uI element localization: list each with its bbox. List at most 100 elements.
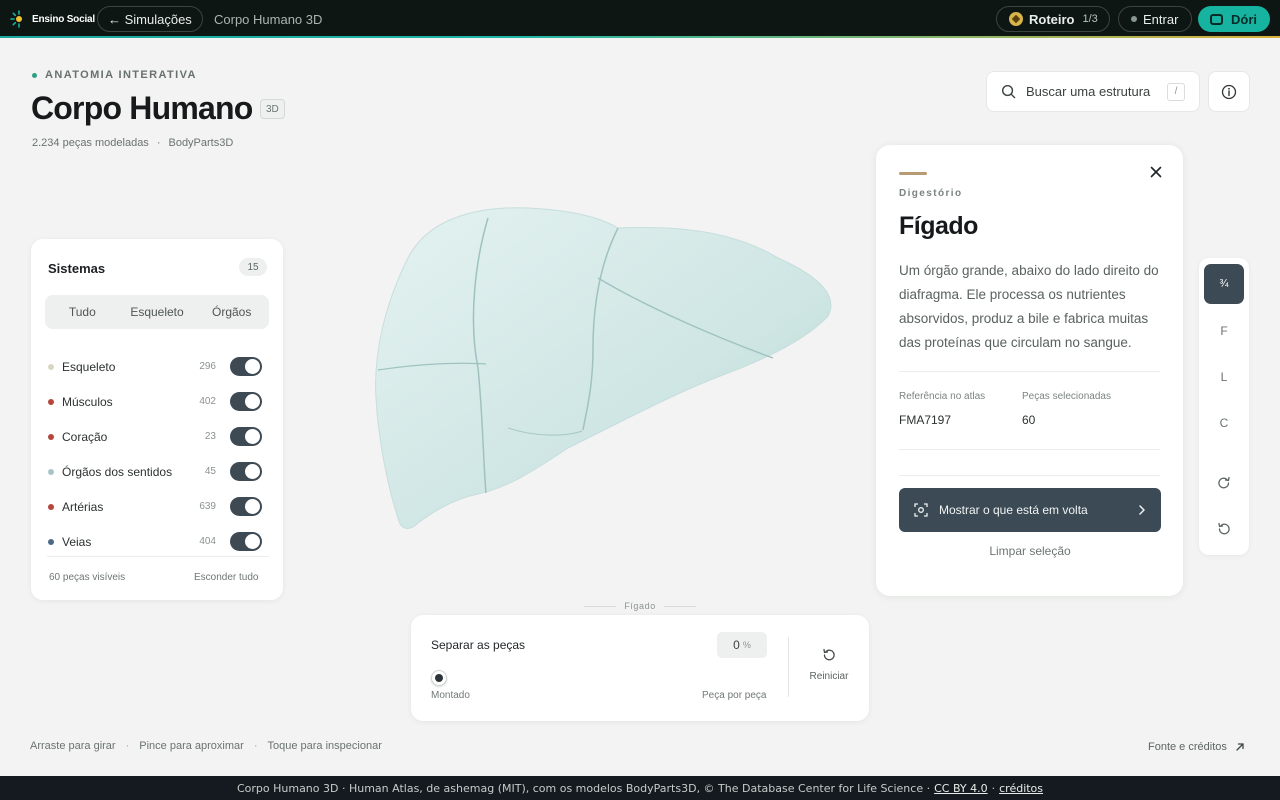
structure-category: Digestório: [899, 188, 963, 199]
back-to-simulations-button[interactable]: ← Simulações: [97, 6, 203, 32]
attribution-text: Corpo Humano 3D · Human Atlas, de ashema…: [236, 781, 931, 795]
robot-icon: [1210, 13, 1223, 25]
systems-filter-tabs: Tudo Esqueleto Órgãos: [45, 295, 269, 329]
data-source: BodyParts3D: [168, 137, 234, 149]
system-toggle[interactable]: [230, 357, 262, 376]
system-count: 23: [204, 431, 216, 442]
meta-separator: ·: [156, 137, 161, 149]
brand-logo[interactable]: Ensino Social: [9, 9, 95, 29]
system-toggle[interactable]: [230, 427, 262, 446]
system-color-dot: [48, 363, 54, 370]
page-title: Corpo Humano: [31, 90, 253, 126]
top-bar: Ensino Social ← Simulações Corpo Humano …: [0, 0, 1280, 38]
search-shortcut: /: [1167, 82, 1185, 101]
explode-value-number: 0: [733, 638, 740, 652]
system-row-arteries[interactable]: Artérias 639: [48, 489, 270, 524]
visible-pieces-count: 60 peças visíveis: [49, 572, 126, 583]
slider-max-label: Peça por peça: [702, 690, 767, 701]
view-front-button[interactable]: F: [1204, 311, 1244, 351]
system-row-heart[interactable]: Coração 23: [48, 419, 270, 454]
brand-name: Ensino Social: [32, 13, 95, 25]
system-row-sense-organs[interactable]: Órgãos dos sentidos 45: [48, 454, 270, 489]
structure-description: Um órgão grande, abaixo do lado direito …: [899, 263, 1159, 350]
hint-tap: Toque para inspecionar: [267, 740, 382, 752]
pieces-count: 2.234 peças modeladas: [32, 137, 149, 149]
system-name: Artérias: [62, 499, 104, 514]
system-row-muscles[interactable]: Músculos 402: [48, 384, 270, 419]
interaction-hints: Arraste para girar · Pince para aproxima…: [30, 740, 382, 752]
rotate-ccw-icon: [1218, 522, 1230, 535]
system-row-veins[interactable]: Veias 404: [48, 524, 270, 559]
rotate-clockwise-button[interactable]: [1204, 463, 1244, 503]
assistant-button[interactable]: Dóri: [1198, 6, 1270, 32]
view-cranial-button[interactable]: C: [1204, 403, 1244, 443]
login-button[interactable]: Entrar: [1118, 6, 1192, 32]
explode-value[interactable]: 0 %: [717, 632, 767, 658]
focus-scan-icon: [914, 503, 928, 517]
search-input[interactable]: Buscar uma estrutura: [1026, 84, 1157, 99]
reset-label: Reiniciar: [809, 671, 849, 682]
filter-tab-all[interactable]: Tudo: [45, 295, 120, 329]
roteiro-label: Roteiro: [1029, 11, 1075, 27]
sun-logo-icon: [10, 10, 22, 28]
footer-separator: ·: [991, 781, 996, 795]
slider-handle[interactable]: [431, 670, 447, 686]
system-color-dot: [48, 538, 54, 545]
system-name: Veias: [62, 534, 92, 549]
view-three-quarter-button[interactable]: ¾: [1204, 264, 1244, 304]
page-meta: 2.234 peças modeladas · BodyParts3D: [32, 137, 233, 149]
search-box[interactable]: Buscar uma estrutura /: [986, 71, 1200, 112]
filter-tab-skeleton[interactable]: Esqueleto: [120, 295, 195, 329]
credits-link[interactable]: créditos: [999, 782, 1043, 795]
system-toggle[interactable]: [230, 497, 262, 516]
view-lateral-button[interactable]: L: [1204, 357, 1244, 397]
assistant-label: Dóri: [1231, 11, 1257, 27]
category-accent-bar: [899, 172, 927, 175]
system-name: Órgãos dos sentidos: [62, 464, 173, 479]
system-count: 296: [199, 361, 216, 372]
roteiro-button[interactable]: Roteiro 1/3: [996, 6, 1110, 32]
hint-separator: ·: [125, 740, 130, 752]
model-organ-label: Fígado: [584, 601, 696, 611]
liver-3d-model[interactable]: [368, 198, 838, 543]
system-row-skeleton[interactable]: Esqueleto 296: [48, 349, 270, 384]
clear-selection-button[interactable]: Limpar seleção: [899, 544, 1161, 558]
selected-pieces-label: Peças selecionadas: [1022, 391, 1111, 402]
search-icon: [1001, 84, 1016, 99]
info-button[interactable]: [1208, 71, 1250, 112]
atlas-ref-value: FMA7197: [899, 413, 952, 427]
label-line-left: [584, 605, 617, 607]
show-surroundings-button[interactable]: Mostrar o que está em volta: [899, 488, 1161, 532]
system-toggle[interactable]: [230, 462, 262, 481]
explode-slider[interactable]: [431, 670, 767, 686]
system-toggle[interactable]: [230, 532, 262, 551]
show-surroundings-label: Mostrar o que está em volta: [939, 503, 1088, 517]
systems-divider: [47, 556, 269, 557]
system-count: 402: [199, 396, 216, 407]
explode-label: Separar as peças: [431, 638, 526, 652]
source-credits-link[interactable]: Fonte e créditos: [1148, 741, 1245, 753]
system-toggle[interactable]: [230, 392, 262, 411]
kicker-dot-icon: [32, 72, 37, 78]
system-count: 639: [199, 501, 216, 512]
detail-divider: [899, 449, 1160, 450]
license-link[interactable]: CC BY 4.0: [934, 782, 988, 795]
hide-all-button[interactable]: Esconder tudo: [194, 572, 259, 583]
reset-icon: [823, 648, 835, 661]
systems-list: Esqueleto 296 Músculos 402 Coração 23 Ór…: [48, 349, 270, 559]
system-count: 45: [204, 466, 216, 477]
system-name: Esqueleto: [62, 359, 116, 374]
login-label: Entrar: [1143, 11, 1179, 27]
detail-divider: [899, 371, 1160, 372]
organ-name: Fígado: [624, 601, 656, 611]
rotate-counterclockwise-button[interactable]: [1204, 509, 1244, 549]
attribution-footer: Corpo Humano 3D · Human Atlas, de ashema…: [0, 776, 1280, 800]
close-icon[interactable]: [1148, 164, 1164, 180]
roteiro-step: 1/3: [1082, 13, 1098, 25]
view-controls-rail: ¾ F L C: [1199, 258, 1249, 555]
filter-tab-organs[interactable]: Órgãos: [194, 295, 269, 329]
status-dot-icon: [1131, 16, 1137, 22]
system-name: Coração: [62, 429, 108, 444]
selected-pieces-value: 60: [1022, 413, 1036, 427]
reset-button[interactable]: Reiniciar: [801, 647, 857, 682]
